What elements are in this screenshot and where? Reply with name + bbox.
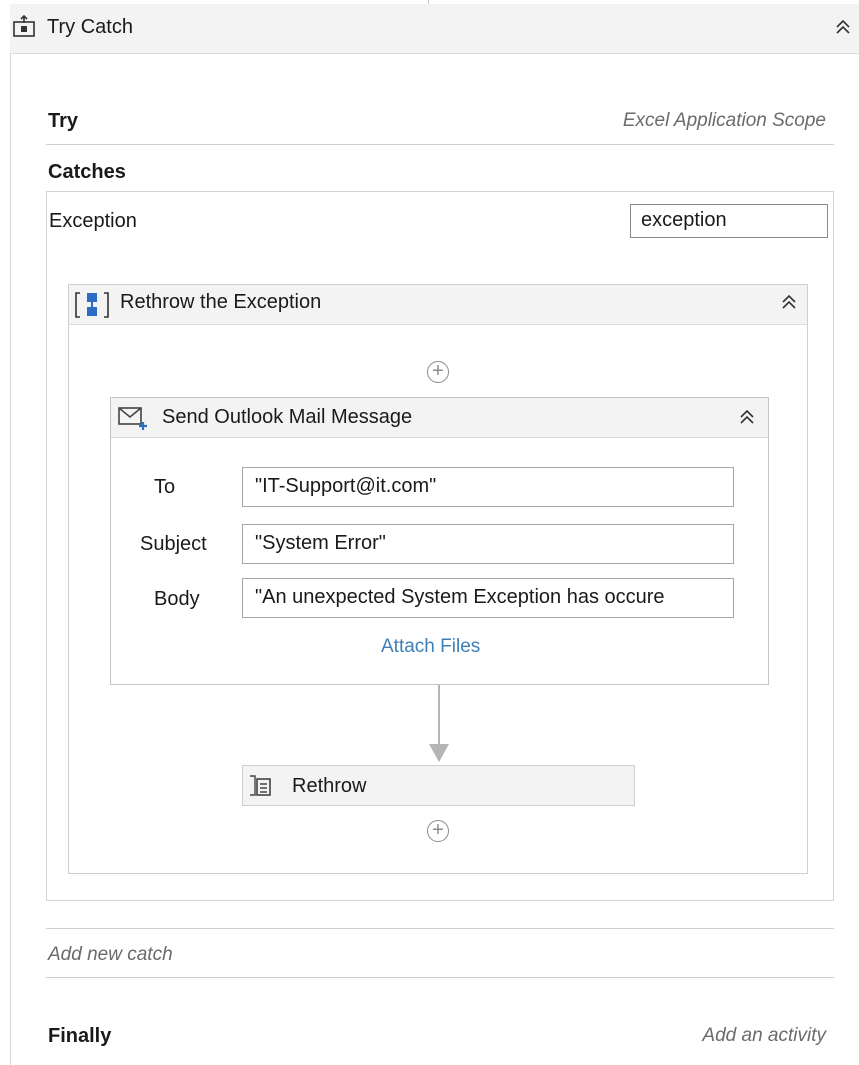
try-catch-header[interactable] — [10, 4, 859, 54]
sequence-title: Rethrow the Exception — [120, 291, 322, 313]
divider — [46, 928, 834, 929]
add-new-catch-link[interactable]: Add new catch — [48, 944, 173, 966]
try-catch-icon — [12, 14, 36, 38]
to-input[interactable]: "IT-Support@it.com" — [242, 467, 734, 507]
rethrow-icon — [246, 773, 274, 799]
collapse-icon[interactable] — [738, 408, 756, 430]
add-activity-icon[interactable]: + — [427, 361, 449, 383]
exception-variable-input[interactable]: exception — [630, 204, 828, 238]
body-input[interactable]: "An unexpected System Exception has occu… — [242, 578, 734, 618]
divider — [46, 977, 834, 978]
rethrow-title: Rethrow — [292, 775, 367, 797]
collapse-icon[interactable] — [834, 18, 852, 40]
try-catch-title: Try Catch — [47, 16, 133, 38]
attach-files-link[interactable]: Attach Files — [381, 636, 480, 658]
flow-arrow-icon — [429, 744, 449, 762]
send-mail-title: Send Outlook Mail Message — [162, 406, 413, 428]
body-label: Body — [154, 588, 200, 610]
catches-label: Catches — [48, 161, 126, 183]
finally-add-activity[interactable]: Add an activity — [702, 1025, 826, 1047]
flow-connector — [438, 685, 440, 750]
try-label: Try — [48, 110, 79, 132]
subject-input[interactable]: "System Error" — [242, 524, 734, 564]
finally-label: Finally — [48, 1025, 112, 1047]
exception-type-label[interactable]: Exception — [49, 210, 137, 233]
sequence-icon — [74, 290, 110, 320]
try-activity[interactable]: Excel Application Scope — [623, 110, 826, 132]
add-activity-icon[interactable]: + — [427, 820, 449, 842]
subject-label: Subject — [140, 533, 207, 555]
collapse-icon[interactable] — [780, 293, 798, 315]
mail-icon — [117, 404, 149, 432]
divider — [46, 144, 834, 145]
to-label: To — [154, 476, 176, 498]
